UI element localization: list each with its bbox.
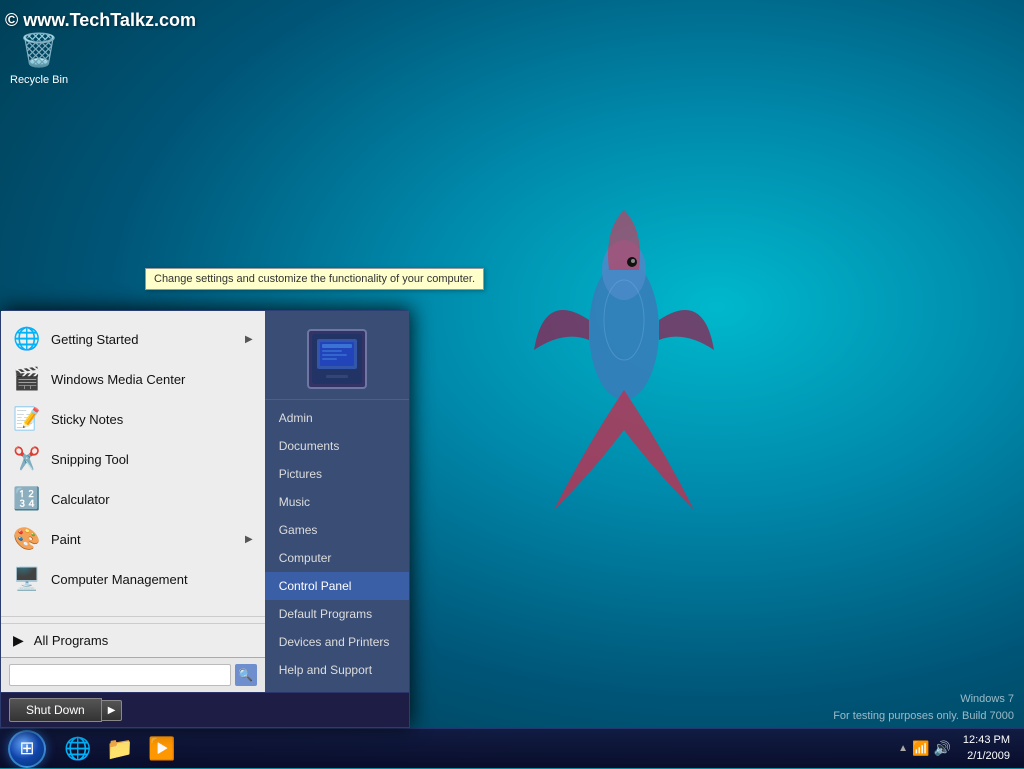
start-menu: 🌐 Getting Started ▶ 🎬 Windows Media Cent… (0, 310, 410, 728)
start-menu-left-panel: 🌐 Getting Started ▶ 🎬 Windows Media Cent… (1, 311, 265, 692)
right-menu-item-pictures[interactable]: Pictures (265, 460, 409, 488)
user-avatar (307, 329, 367, 389)
submenu-arrow-paint: ▶ (245, 534, 253, 545)
menu-item-icon-calculator: 🔢 (13, 485, 41, 513)
menu-separator (1, 616, 265, 617)
right-menu-item-control-panel[interactable]: Control Panel (265, 572, 409, 600)
taskbar-icon-ie[interactable]: 🌐 (58, 730, 98, 768)
menu-item-getting-started[interactable]: 🌐 Getting Started ▶ (1, 319, 265, 359)
menu-item-icon-snipping-tool: ✂️ (13, 445, 41, 473)
menu-item-paint[interactable]: 🎨 Paint ▶ (1, 519, 265, 559)
start-button[interactable] (0, 729, 54, 769)
menu-item-label-sticky-notes: Sticky Notes (51, 412, 253, 427)
recycle-bin-graphic: 🗑️ (19, 30, 59, 70)
tray-up-arrow[interactable]: ▲ (898, 743, 908, 754)
all-programs-label: All Programs (34, 633, 108, 648)
control-panel-tooltip: Change settings and customize the functi… (145, 268, 484, 290)
right-menu-item-default-programs[interactable]: Default Programs (265, 600, 409, 628)
menu-item-icon-getting-started: 🌐 (13, 325, 41, 353)
menu-item-calculator[interactable]: 🔢 Calculator (1, 479, 265, 519)
recycle-bin-label: Recycle Bin (10, 74, 68, 86)
all-programs-arrow: ▶ (13, 632, 24, 649)
taskbar: 🌐📁▶️ ▲ 📶 🔊 12:43 PM 2/1/2009 (0, 728, 1024, 768)
menu-item-label-paint: Paint (51, 532, 235, 547)
menu-item-label-calculator: Calculator (51, 492, 253, 507)
menu-item-computer-management[interactable]: 🖥️ Computer Management (1, 559, 265, 599)
taskbar-icon-explorer[interactable]: 📁 (100, 730, 140, 768)
tray-network-icon[interactable]: 📶 (912, 740, 929, 757)
menu-item-label-windows-media-center: Windows Media Center (51, 372, 253, 387)
shutdown-button[interactable]: Shut Down (9, 698, 102, 722)
search-box: 🔍 (1, 657, 265, 692)
tray-volume-icon[interactable]: 🔊 (933, 740, 950, 757)
taskbar-pinned-icons: 🌐📁▶️ (54, 730, 186, 768)
watermark-text: © www.TechTalkz.com (5, 10, 196, 31)
menu-item-icon-paint: 🎨 (13, 525, 41, 553)
menu-item-icon-windows-media-center: 🎬 (13, 365, 41, 393)
shutdown-options-button[interactable]: ▶ (102, 700, 123, 721)
menu-item-label-computer-management: Computer Management (51, 572, 253, 587)
start-menu-right-panel: AdminDocumentsPicturesMusicGamesComputer… (265, 311, 409, 692)
clock-date: 2/1/2009 (963, 749, 1010, 764)
win7-info: Windows 7 For testing purposes only. Bui… (833, 691, 1014, 724)
submenu-arrow-getting-started: ▶ (245, 334, 253, 345)
win7-line1: Windows 7 (833, 691, 1014, 708)
right-menu-item-help-and-support[interactable]: Help and Support (265, 656, 409, 684)
fish-decoration (524, 170, 724, 520)
user-avatar-area (265, 319, 409, 400)
menu-item-label-getting-started: Getting Started (51, 332, 235, 347)
menu-item-label-snipping-tool: Snipping Tool (51, 452, 253, 467)
right-menu-items: AdminDocumentsPicturesMusicGamesComputer… (265, 404, 409, 684)
desktop: © www.TechTalkz.com 🗑️ Recycle Bin Win (0, 0, 1024, 768)
menu-item-windows-media-center[interactable]: 🎬 Windows Media Center (1, 359, 265, 399)
win7-line2: For testing purposes only. Build 7000 (833, 708, 1014, 725)
menu-item-sticky-notes[interactable]: 📝 Sticky Notes (1, 399, 265, 439)
shutdown-bar: Shut Down ▶ (1, 692, 409, 727)
menu-item-icon-computer-management: 🖥️ (13, 565, 41, 593)
all-programs-item[interactable]: ▶ All Programs (1, 623, 265, 657)
right-menu-item-devices-and-printers[interactable]: Devices and Printers (265, 628, 409, 656)
right-menu-item-games[interactable]: Games (265, 516, 409, 544)
tray-icons: ▲ 📶 🔊 (898, 740, 951, 757)
start-orb[interactable] (8, 730, 46, 768)
right-menu-item-computer[interactable]: Computer (265, 544, 409, 572)
system-clock[interactable]: 12:43 PM 2/1/2009 (957, 733, 1016, 764)
search-input[interactable] (9, 664, 231, 686)
system-tray: ▲ 📶 🔊 12:43 PM 2/1/2009 (890, 729, 1024, 768)
right-menu-item-documents[interactable]: Documents (265, 432, 409, 460)
taskbar-icon-media-player[interactable]: ▶️ (142, 730, 182, 768)
recycle-bin-icon[interactable]: 🗑️ Recycle Bin (10, 30, 68, 86)
right-menu-item-music[interactable]: Music (265, 488, 409, 516)
right-menu-item-admin[interactable]: Admin (265, 404, 409, 432)
start-menu-items-list: 🌐 Getting Started ▶ 🎬 Windows Media Cent… (1, 311, 265, 610)
clock-time: 12:43 PM (963, 733, 1010, 748)
menu-item-snipping-tool[interactable]: ✂️ Snipping Tool (1, 439, 265, 479)
menu-item-icon-sticky-notes: 📝 (13, 405, 41, 433)
search-button[interactable]: 🔍 (235, 664, 257, 686)
